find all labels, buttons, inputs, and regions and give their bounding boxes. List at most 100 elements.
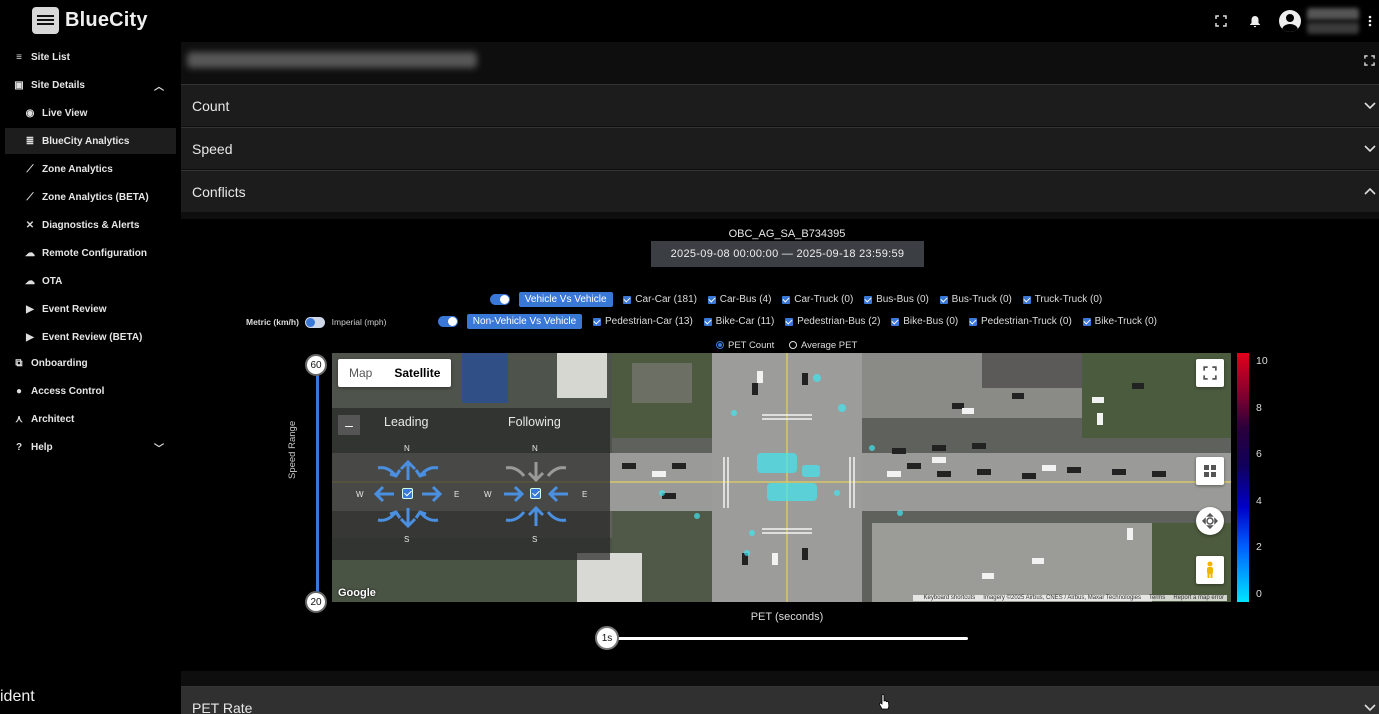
sidebar-item-label: Onboarding [31,357,88,369]
pet-slider-track[interactable] [606,637,968,640]
sidebar: ≡ Site List ▣ Site Details ︿ ◉ Live View ≣ B… [0,42,176,714]
sidebar-item-site-details[interactable]: ▣ Site Details ︿ [0,72,176,98]
unit-toggle[interactable] [305,317,326,329]
app-logo[interactable]: BlueCity [32,7,148,34]
app-name: BlueCity [65,9,148,31]
sidebar-item-zone-analytics-beta[interactable]: ⟋ Zone Analytics (BETA) [0,184,176,210]
checkbox-icon [969,317,978,326]
following-all-checkbox[interactable] [530,488,541,499]
nonvehicle-vs-vehicle-toggle[interactable] [438,316,458,327]
checkbox-icon [623,295,632,304]
filter-bike-car[interactable]: Bike-Car (11) [703,316,774,327]
collapse-overlay-button[interactable]: – [338,415,360,435]
more-vert-icon[interactable] [1365,11,1375,31]
bluecity-logo-icon [32,7,59,34]
filter-bike-truck[interactable]: Bike-Truck (0) [1082,316,1157,327]
pegman-icon[interactable] [1196,556,1224,584]
conflict-heatmap-map[interactable]: Map Satellite – Leading Following N S W … [332,353,1231,602]
unit-toggle-row: Metric (km/h) Imperial (mph) [246,317,387,329]
filter-car-truck[interactable]: Car-Truck (0) [782,294,853,305]
filter-bus-bus[interactable]: Bus-Bus (0) [864,294,929,305]
sidebar-item-label: Site Details [31,79,85,91]
radio-selected-icon [716,341,724,350]
filter-truck-truck[interactable]: Truck-Truck (0) [1022,294,1102,305]
speed-range-min-handle[interactable]: 20 [305,591,327,613]
checkbox-icon [864,295,873,304]
sidebar-item-bluecity-analytics[interactable]: ≣ BlueCity Analytics [5,128,176,154]
map-fullscreen-icon[interactable] [1196,359,1224,387]
chevron-down-icon[interactable] [1363,700,1377,714]
filter-bus-truck[interactable]: Bus-Truck (0) [939,294,1012,305]
sidebar-item-remote-configuration[interactable]: ☁ Remote Configuration [0,240,176,266]
chevron-down-icon[interactable] [1363,141,1377,155]
eye-icon: ◉ [25,107,35,119]
filter-pedestrian-bus[interactable]: Pedestrian-Bus (2) [785,316,880,327]
sidebar-item-zone-analytics[interactable]: ⟋ Zone Analytics [0,156,176,182]
accordion-count[interactable]: Count [181,84,1379,126]
sidebar-item-site-list[interactable]: ≡ Site List [0,44,176,70]
sidebar-item-help[interactable]: ? Help ﹀ [0,434,176,460]
cloud-gear-icon: ☁ [25,247,35,259]
accordion-pet-rate[interactable]: PET Rate [181,686,1379,714]
sidebar-item-live-view[interactable]: ◉ Live View [0,100,176,126]
checkbox-icon [1082,317,1091,326]
pet-slider-handle[interactable]: 1s [595,626,619,650]
map-grid-icon[interactable] [1196,457,1224,485]
map-attribution: Keyboard shortcuts Imagery ©2025 Airbus, … [912,595,1227,601]
direction-w-label: W [356,490,364,499]
radio-average-pet[interactable]: Average PET [788,340,857,351]
map-tab-satellite[interactable]: Satellite [383,359,451,387]
user-name-redacted[interactable] [1307,8,1359,34]
radio-icon [788,341,797,350]
bell-icon[interactable] [1245,11,1265,31]
leading-direction-compass[interactable]: N S W E [356,442,460,546]
dashboard-icon: ▣ [14,79,24,91]
speed-range-max-handle[interactable]: 60 [305,354,327,376]
sidebar-item-event-review[interactable]: ▶ Event Review [0,296,176,322]
sidebar-item-label: Site List [31,51,70,63]
leading-all-checkbox[interactable] [402,488,413,499]
help-icon: ? [15,441,23,453]
radio-pet-count[interactable]: PET Count [716,340,774,351]
accordion-speed[interactable]: Speed [181,127,1379,169]
checkbox-icon [592,317,601,326]
sidebar-item-label: Diagnostics & Alerts [42,219,140,231]
sidebar-item-label: Zone Analytics [42,163,113,175]
sidebar-item-diagnostics-alerts[interactable]: ✕ Diagnostics & Alerts [0,212,176,238]
sidebar-item-ota[interactable]: ☁ OTA [0,268,176,294]
speed-range-track[interactable] [316,364,319,604]
terms-link[interactable]: Terms [1149,595,1165,601]
chevron-up-icon[interactable]: ︿ [154,78,164,93]
sidebar-item-access-control[interactable]: ● Access Control [0,378,176,404]
imperial-label: Imperial (mph) [331,317,387,327]
accordion-conflicts[interactable]: Conflicts [181,170,1379,212]
google-logo: Google [338,587,376,599]
following-direction-compass[interactable]: N S W E [484,442,588,546]
sidebar-item-event-review-beta[interactable]: ▶ Event Review (BETA) [0,324,176,350]
filter-car-bus[interactable]: Car-Bus (4) [707,294,771,305]
filter-bike-bus[interactable]: Bike-Bus (0) [891,316,958,327]
legend-label: 4 [1256,495,1262,507]
legend-label: 10 [1256,355,1268,367]
filter-car-car[interactable]: Car-Car (181) [623,294,697,305]
date-range-display[interactable]: 2025-09-08 00:00:00 — 2025-09-18 23:59:5… [651,241,924,267]
map-tab-map[interactable]: Map [338,359,383,387]
chevron-up-icon[interactable] [1363,184,1377,198]
sidebar-item-onboarding[interactable]: ⧉ Onboarding [0,350,176,376]
chevron-down-icon[interactable]: ﹀ [154,440,164,455]
vehicle-vs-vehicle-toggle[interactable] [490,294,510,305]
trend-icon: ⟋ [26,163,34,175]
map-camera-control-icon[interactable] [1196,507,1224,535]
fullscreen-icon[interactable] [1361,52,1377,68]
fullscreen-icon[interactable] [1211,11,1231,31]
direction-n-label: N [404,444,410,453]
accordion-title: Conflicts [192,183,246,200]
report-error-link[interactable]: Report a map error [1173,595,1224,601]
keyboard-shortcuts-link[interactable]: Keyboard shortcuts [924,595,976,601]
account-icon[interactable] [1279,10,1301,32]
filter-pedestrian-truck[interactable]: Pedestrian-Truck (0) [969,316,1072,327]
filter-pedestrian-car[interactable]: Pedestrian-Car (13) [592,316,693,327]
chevron-down-icon[interactable] [1363,98,1377,112]
sidebar-item-architect[interactable]: ⋏ Architect [0,406,176,432]
flow-icon: ⧉ [15,357,23,369]
